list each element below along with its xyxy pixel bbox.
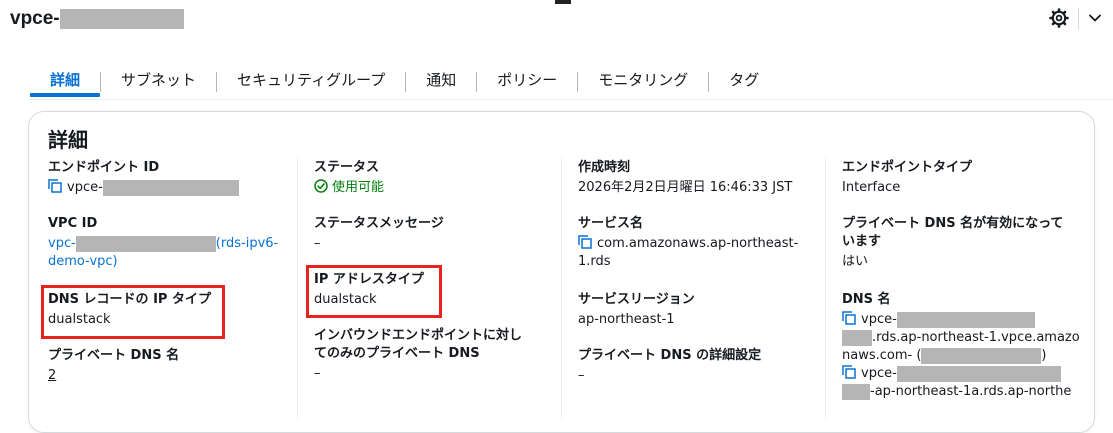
private-dns-name-label: プライベート DNS 名	[48, 348, 180, 363]
tab-bar: 詳細 サブネット セキュリティグループ 通知 ポリシー モニタリング タグ	[30, 66, 779, 98]
vpc-id-label: VPC ID	[48, 216, 98, 231]
service-name-line1: com.amazonaws.ap-northeast-	[597, 236, 799, 251]
copy-icon[interactable]	[48, 179, 62, 193]
redacted-value	[896, 311, 1035, 328]
field-private-dns-name: プライベート DNS 名 2	[48, 347, 179, 385]
endpoint-id-value: vpce-	[67, 180, 103, 195]
tab-tags[interactable]: タグ	[709, 67, 779, 97]
highlight-box	[306, 265, 442, 318]
copy-icon[interactable]	[842, 311, 856, 325]
tab-security-groups[interactable]: セキュリティグループ	[217, 67, 405, 97]
page-header: vpce-	[10, 6, 184, 32]
column-divider	[561, 158, 562, 418]
status-value: 使用可能	[332, 180, 385, 195]
dns-name-1-prefix: vpce-	[861, 312, 897, 327]
dns-name-2-line2: -ap-northeast-1a.rds.ap-northe	[842, 383, 1080, 401]
redacted-endpoint-id	[59, 9, 184, 29]
tab-notifications[interactable]: 通知	[406, 67, 476, 97]
vpc-name-line1: (rds-ipv6-	[215, 236, 279, 251]
copy-icon[interactable]	[578, 235, 592, 249]
private-dns-enabled-label-line1: プライベート DNS 名が有効になって	[842, 216, 1064, 231]
column-divider	[297, 158, 298, 418]
field-status: ステータス 使用可能	[314, 159, 384, 197]
endpoint-type-value: Interface	[842, 180, 901, 195]
tab-details[interactable]: 詳細	[30, 67, 101, 97]
redacted-value	[75, 235, 216, 252]
tab-subnets[interactable]: サブネット	[101, 67, 216, 97]
created-time-value: 2026年2月2日月曜日 16:46:33 JST	[578, 180, 793, 195]
service-region-label: サービスリージョン	[578, 292, 695, 307]
service-region-value: ap-northeast-1	[578, 312, 675, 327]
chevron-down-icon[interactable]	[1087, 10, 1103, 26]
redacted-value	[921, 347, 1042, 364]
dns-name-2-line1: vpce-	[842, 365, 1080, 383]
field-dns-names: DNS 名 vpce- .rds.ap-northeast-1.vpce.ama…	[842, 291, 1080, 401]
tab-policy[interactable]: ポリシー	[477, 67, 577, 97]
redacted-value	[842, 383, 870, 400]
dns-name-1-line3-a: naws.com- (	[842, 348, 922, 363]
dns-name-2-prefix: vpce-	[861, 366, 897, 381]
inbound-private-dns-label-line1: インバウンドエンドポイントに対し	[314, 328, 523, 343]
field-inbound-private-dns: インバウンドエンドポイントに対し てのみのプライベート DNS –	[314, 327, 522, 383]
private-dns-enabled-label-line2: います	[842, 234, 882, 249]
dns-name-2-suffix: -ap-northeast-1a.rds.ap-northe	[870, 384, 1072, 399]
dns-name-1-suffix: .rds.ap-northeast-1.vpce.amazo	[872, 330, 1080, 345]
dns-names-label: DNS 名	[842, 292, 891, 307]
field-service-name: サービス名 com.amazonaws.ap-northeast- 1.rds	[578, 215, 798, 271]
field-service-region: サービスリージョン ap-northeast-1	[578, 291, 695, 329]
page-title: vpce-	[10, 8, 60, 29]
endpoint-type-label: エンドポイントタイプ	[842, 160, 973, 175]
field-private-dns-enabled: プライベート DNS 名が有効になって います はい	[842, 215, 1063, 271]
field-private-dns-detail: プライベート DNS の詳細設定 –	[578, 347, 761, 385]
redacted-value	[896, 365, 1061, 382]
vpc-id-link[interactable]: vpc- (rds-ipv6-	[48, 235, 278, 253]
redacted-value	[842, 329, 872, 346]
created-time-label: 作成時刻	[578, 160, 631, 175]
status-message-label: ステータスメッセージ	[314, 216, 444, 231]
dns-name-1-line3: naws.com- ()	[842, 347, 1080, 365]
private-dns-detail-value: –	[578, 368, 585, 383]
dns-name-1-line1: vpce-	[842, 311, 1080, 329]
dns-name-1-line2: .rds.ap-northeast-1.vpce.amazo	[842, 329, 1080, 347]
field-endpoint-id: エンドポイント ID vpce-	[48, 159, 239, 197]
column-divider	[825, 158, 826, 418]
field-status-message: ステータスメッセージ –	[314, 215, 444, 253]
copy-icon[interactable]	[842, 365, 856, 379]
private-dns-enabled-value: はい	[842, 254, 869, 269]
panel-title: 詳細	[48, 128, 88, 152]
vpc-id-prefix: vpc-	[48, 236, 76, 251]
private-dns-detail-label: プライベート DNS の詳細設定	[578, 348, 762, 363]
field-created-time: 作成時刻 2026年2月2日月曜日 16:46:33 JST	[578, 159, 792, 197]
header-divider	[1078, 8, 1079, 30]
field-vpc-id: VPC ID vpc- (rds-ipv6- demo-vpc)	[48, 215, 278, 271]
vpc-name-line2[interactable]: demo-vpc)	[48, 253, 278, 271]
status-badge: 使用可能	[314, 179, 384, 197]
top-edge-mark	[555, 0, 571, 4]
field-endpoint-type: エンドポイントタイプ Interface	[842, 159, 972, 197]
dns-name-1-line3-b: )	[1041, 348, 1047, 363]
check-circle-icon	[314, 179, 328, 193]
service-name-line2: 1.rds	[578, 254, 611, 269]
status-label: ステータス	[314, 160, 380, 175]
tab-monitoring[interactable]: モニタリング	[578, 67, 708, 97]
service-name-label: サービス名	[578, 216, 644, 231]
redacted-value	[102, 179, 239, 196]
inbound-private-dns-label-line2: てのみのプライベート DNS	[314, 346, 480, 361]
gear-icon[interactable]	[1049, 8, 1069, 28]
private-dns-name-value[interactable]: 2	[48, 367, 179, 385]
status-message-value: –	[314, 236, 321, 251]
inbound-private-dns-value: –	[314, 366, 321, 381]
endpoint-id-label: エンドポイント ID	[48, 160, 160, 175]
highlight-box	[41, 285, 225, 339]
tab-bar-underline	[30, 99, 1113, 100]
